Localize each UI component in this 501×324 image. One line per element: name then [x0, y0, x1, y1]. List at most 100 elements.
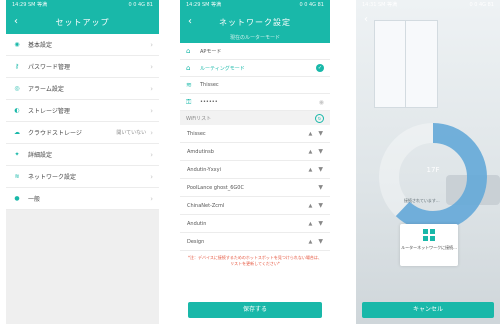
- wifi-list-label: WiFiリスト: [186, 115, 212, 122]
- wifi-list-header: WiFiリスト ↻: [180, 111, 330, 125]
- wifi-list: Thissec ▲ ▼ Amdutinsb ▲ ▼ Andutin-Yxxyi …: [180, 125, 330, 251]
- connect-status-text: ルーターネットワークに接続...: [401, 245, 457, 250]
- lock-icon: ▲: [308, 220, 313, 227]
- lock-icon: ▲: [308, 238, 313, 245]
- password-value: ••••••: [200, 99, 218, 105]
- save-button[interactable]: 保存する: [188, 302, 322, 318]
- wifi-ssid: Andutin: [187, 220, 207, 227]
- wifi-list-item[interactable]: Amdutinsb ▲ ▼: [180, 143, 330, 161]
- chevron-right-icon: ›: [150, 62, 153, 71]
- password-field[interactable]: ⚿ •••••• ◉: [180, 94, 330, 111]
- wifi-ssid: Design: [187, 238, 205, 245]
- menu-item-advanced[interactable]: ✦ 詳細設定 ›: [6, 144, 159, 166]
- wifi-list-item[interactable]: Thissec ▲ ▼: [180, 125, 330, 143]
- current-mode-label: 現在のルーターモード: [180, 34, 330, 43]
- connecting-screen: 14:31 SM 等满 0 0 4G 81 ‹ 17F 接続されています... …: [356, 0, 500, 324]
- routing-mode-option[interactable]: ⌂ ルーティングモード ✓: [180, 60, 330, 77]
- ap-mode-label: APモード: [200, 48, 222, 55]
- eye-icon[interactable]: ◉: [319, 99, 324, 106]
- menu-item-label: パスワード管理: [28, 64, 71, 71]
- menu-item-alarm[interactable]: ◎ アラーム設定 ›: [6, 78, 159, 100]
- lock-icon: ⚿: [186, 97, 192, 106]
- hotspot-warning: *注：デバイスに接続するためのホットスポットを見つけられない場合は、リストを更新…: [188, 255, 322, 266]
- menu-item-label: アラーム設定: [28, 86, 64, 93]
- lock-icon: ▲: [308, 166, 313, 173]
- current-ssid: Thissec: [200, 82, 219, 88]
- status-bar: 14:29 SM 等满 0 0 4G 81: [6, 0, 159, 11]
- menu-item-label: ネットワーク設定: [28, 174, 77, 181]
- wifi-icon: ≋: [14, 173, 20, 180]
- status-bar: 14:31 SM 等满 0 0 4G 81: [356, 0, 500, 11]
- wifi-ssid: Amdutinsb: [187, 148, 214, 155]
- router-icon: [423, 229, 435, 241]
- cloud-icon: ☁: [14, 129, 20, 136]
- menu-item-label: ストレージ管理: [28, 108, 70, 115]
- general-icon: ●: [14, 195, 20, 202]
- wifi-signal-icon: ▼: [318, 184, 323, 191]
- lock-icon: ▲: [308, 148, 313, 155]
- chevron-right-icon: ›: [150, 150, 153, 159]
- back-icon[interactable]: ‹: [188, 16, 192, 27]
- wifi-signal-icon: ▼: [318, 148, 323, 155]
- menu-item-basic-settings[interactable]: ◉ 基本設定 ›: [6, 34, 159, 56]
- status-time: 14:29 SM 等满: [12, 2, 48, 8]
- page-title: セットアップ: [55, 18, 110, 27]
- refresh-icon[interactable]: ↻: [315, 113, 324, 123]
- chevron-right-icon: ›: [150, 172, 153, 181]
- wifi-list-item[interactable]: ChinaNet-Zcml ▲ ▼: [180, 197, 330, 215]
- menu-item-password[interactable]: ⚷ パスワード管理 ›: [6, 56, 159, 78]
- window-image: [374, 20, 438, 108]
- ap-mode-icon: ⌂: [186, 47, 191, 55]
- back-icon[interactable]: ‹: [364, 14, 368, 25]
- wifi-ssid: PoolLance ghost_6G0C: [187, 184, 244, 191]
- basic-settings-icon: ◉: [14, 41, 20, 48]
- chevron-right-icon: ›: [150, 40, 153, 49]
- header: ‹ ネットワーク設定: [180, 11, 330, 34]
- status-icons: 0 0 4G 81: [469, 2, 494, 8]
- status-bar: 14:29 SM 等满 0 0 4G 81: [180, 0, 330, 11]
- connecting-hint: 接続されています...: [404, 198, 440, 203]
- menu-item-label: クラウドストレージ: [28, 130, 82, 137]
- status-time: 14:31 SM 等满: [362, 2, 398, 8]
- check-icon: ✓: [316, 64, 324, 72]
- wifi-list-item[interactable]: Andutin-Yxxyi ▲ ▼: [180, 161, 330, 179]
- cancel-button[interactable]: キャンセル: [362, 302, 494, 318]
- lock-icon: ▲: [308, 130, 313, 137]
- page-title: ネットワーク設定: [219, 18, 291, 27]
- wifi-signal-icon: ▼: [318, 130, 323, 137]
- menu-item-cloud-storage[interactable]: ☁ クラウドストレージ 開いていない ›: [6, 122, 159, 144]
- ap-mode-option[interactable]: ⌂ APモード: [180, 43, 330, 60]
- routing-mode-label: ルーティングモード: [200, 65, 245, 72]
- chevron-right-icon: ›: [150, 194, 153, 203]
- wifi-list-item[interactable]: PoolLance ghost_6G0C ▼: [180, 179, 330, 197]
- wifi-ssid: Andutin-Yxxyi: [187, 166, 221, 173]
- header: ‹ セットアップ: [6, 11, 159, 34]
- menu-item-label: 詳細設定: [28, 152, 53, 159]
- setup-screen: 14:29 SM 等满 0 0 4G 81 ‹ セットアップ ◉ 基本設定 › …: [6, 0, 159, 324]
- wifi-signal-icon: ▼: [318, 238, 323, 245]
- settings-menu: ◉ 基本設定 › ⚷ パスワード管理 › ◎ アラーム設定 › ◐ ストレージ管…: [6, 34, 159, 210]
- lock-icon: ▲: [308, 202, 313, 209]
- wifi-signal-icon: ▼: [318, 202, 323, 209]
- wifi-signal-icon: ▼: [318, 220, 323, 227]
- menu-item-storage[interactable]: ◐ ストレージ管理 ›: [6, 100, 159, 122]
- alarm-icon: ◎: [14, 85, 20, 92]
- status-icons: 0 0 4G 81: [128, 2, 153, 8]
- menu-item-general[interactable]: ● 一般 ›: [6, 188, 159, 210]
- password-icon: ⚷: [14, 63, 20, 70]
- advanced-icon: ✦: [14, 151, 20, 158]
- chevron-right-icon: ›: [150, 128, 153, 137]
- menu-item-network[interactable]: ≋ ネットワーク設定 ›: [6, 166, 159, 188]
- current-ssid-row[interactable]: ≋ Thissec: [180, 77, 330, 94]
- wifi-ssid: ChinaNet-Zcml: [187, 202, 225, 209]
- menu-item-label: 一般: [28, 196, 41, 203]
- chevron-right-icon: ›: [150, 106, 153, 115]
- storage-icon: ◐: [14, 107, 20, 114]
- wifi-ssid: Thissec: [187, 130, 206, 137]
- router-icon: ⌂: [186, 64, 191, 72]
- back-icon[interactable]: ‹: [14, 16, 18, 27]
- status-icons: 0 0 4G 81: [299, 2, 324, 8]
- wifi-list-item[interactable]: Design ▲ ▼: [180, 233, 330, 251]
- wifi-list-item[interactable]: Andutin ▲ ▼: [180, 215, 330, 233]
- connection-progress-ring: [379, 123, 487, 231]
